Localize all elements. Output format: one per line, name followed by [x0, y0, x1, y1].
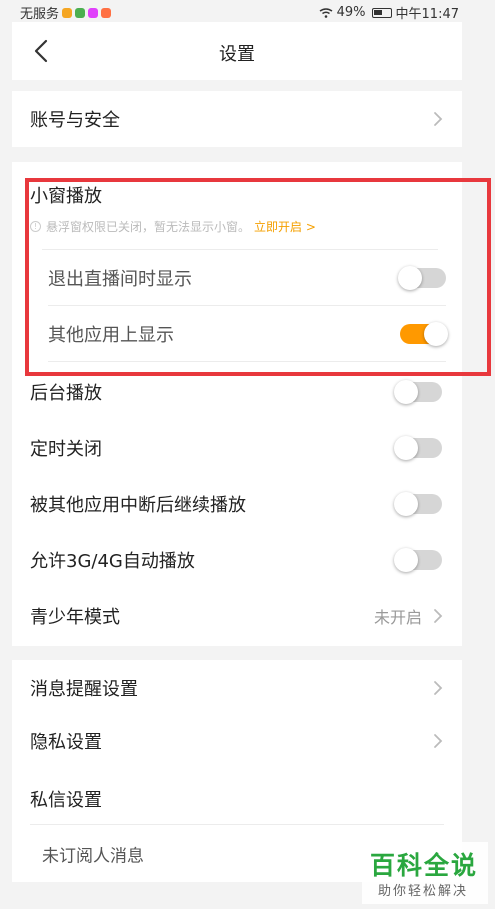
chevron-right-icon	[434, 734, 443, 748]
battery-icon	[371, 7, 392, 18]
youth-mode-row[interactable]: 青少年模式 未开启	[12, 588, 462, 644]
app-notification-icon	[101, 7, 112, 18]
timer-off-row: 定时关闭	[12, 420, 462, 476]
account-security-label: 账号与安全	[30, 110, 120, 131]
app-notification-icon	[88, 7, 99, 18]
privacy-settings-row[interactable]: 隐私设置	[12, 713, 462, 769]
toggle-knob	[394, 380, 418, 404]
highlight-annotation-box	[25, 178, 491, 376]
toggle-knob	[394, 492, 418, 516]
status-left: 无服务	[20, 3, 112, 22]
notification-settings-row[interactable]: 消息提醒设置	[12, 660, 462, 716]
resume-after-interrupt-row: 被其他应用中断后继续播放	[12, 476, 462, 532]
clock: 中午11:47	[395, 7, 459, 22]
background-play-toggle[interactable]	[394, 380, 442, 404]
background-play-label: 后台播放	[30, 383, 102, 404]
resume-after-interrupt-label: 被其他应用中断后继续播放	[30, 495, 246, 516]
divider	[30, 824, 444, 825]
resume-after-interrupt-toggle[interactable]	[394, 492, 442, 516]
account-security-row[interactable]: 账号与安全	[12, 91, 462, 147]
watermark-title: 百科全说	[370, 851, 479, 880]
timer-off-toggle[interactable]	[394, 436, 442, 460]
chevron-right-icon	[434, 681, 443, 695]
watermark-logo: 百科全说 助你轻松解决	[362, 842, 488, 904]
status-right: 49% 中午11:47	[319, 3, 459, 22]
watermark-subtitle: 助你轻松解决	[378, 884, 469, 899]
battery-percent: 49%	[336, 5, 366, 20]
page-title: 设置	[219, 44, 255, 65]
mobile-data-autoplay-toggle[interactable]	[394, 548, 442, 572]
dm-settings-title: 私信设置	[30, 790, 102, 811]
chevron-right-icon	[434, 112, 443, 126]
app-notification-icon	[75, 7, 86, 18]
wifi-icon	[319, 7, 333, 18]
timer-off-label: 定时关闭	[30, 439, 102, 460]
nav-bar: 设置	[12, 22, 462, 80]
privacy-settings-label: 隐私设置	[30, 732, 102, 753]
notification-settings-label: 消息提醒设置	[30, 679, 138, 700]
toggle-knob	[394, 436, 418, 460]
youth-mode-status: 未开启	[373, 608, 422, 627]
account-card: 账号与安全	[12, 91, 462, 147]
chevron-right-icon	[434, 609, 443, 623]
mobile-data-autoplay-row: 允许3G/4G自动播放	[12, 532, 462, 588]
app-notification-icon	[62, 7, 73, 18]
mobile-data-autoplay-label: 允许3G/4G自动播放	[30, 551, 195, 572]
carrier-text: 无服务	[20, 7, 60, 22]
status-bar: 无服务 49% 中午11:47	[0, 0, 495, 22]
unsubscribed-messages-label: 未订阅人消息	[42, 846, 144, 867]
youth-mode-label: 青少年模式	[30, 607, 120, 628]
toggle-knob	[394, 548, 418, 572]
